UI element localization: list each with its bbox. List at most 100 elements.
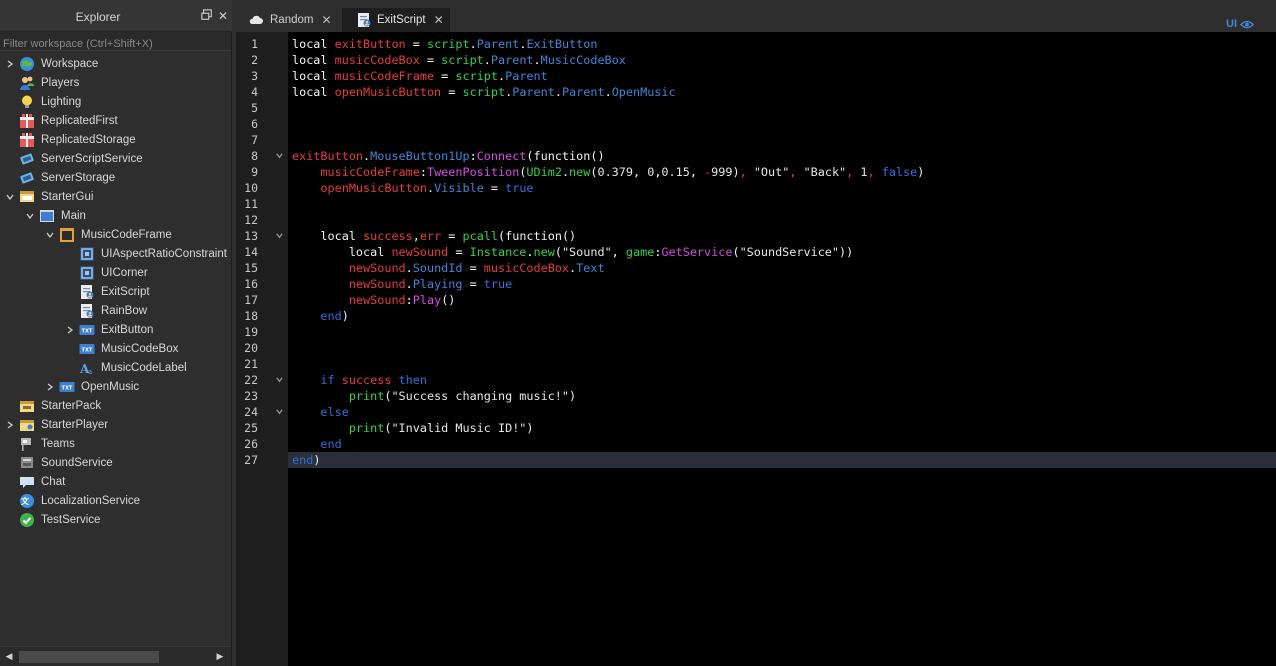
chevron-down-icon[interactable] xyxy=(44,225,56,244)
tree-item-starterpack[interactable]: StarterPack xyxy=(4,396,101,415)
code-token: if xyxy=(320,373,342,387)
line-number: 6 xyxy=(251,117,258,131)
undock-icon[interactable] xyxy=(200,9,214,23)
close-tab-icon[interactable]: ✕ xyxy=(321,13,331,27)
code-token: Instance xyxy=(469,245,527,259)
code-token: Text xyxy=(576,261,605,275)
players-icon xyxy=(19,75,35,91)
frame-icon xyxy=(59,227,75,243)
tree-item-label: ReplicatedStorage xyxy=(41,133,136,146)
close-panel-icon[interactable]: ✕ xyxy=(216,9,230,23)
tree-item-startergui[interactable]: StarterGui xyxy=(4,187,93,206)
script-editor[interactable]: 1 2 3 4 5 6 7 8 9 10 11 12 13 14 15 16 17 18 19 20 21 22 23 24 2… xyxy=(236,32,1276,666)
scroll-left-icon[interactable]: ◀ xyxy=(3,650,15,664)
tree-item-label: Workspace xyxy=(41,57,99,70)
code-token: newSound xyxy=(391,245,449,259)
tree-item-localizationservice[interactable]: 文 LocalizationService xyxy=(4,491,140,510)
chevron-right-icon[interactable] xyxy=(44,377,56,396)
tree-item-players[interactable]: Players xyxy=(4,73,79,92)
code-line: musicCodeFrame:TweenPosition(UDim2.new(0… xyxy=(292,164,924,180)
chevron-down-icon[interactable] xyxy=(4,187,16,206)
code-token: local xyxy=(292,37,335,51)
ui-visibility-toggle[interactable]: UI xyxy=(1226,18,1254,30)
code-token: exitButton xyxy=(292,149,364,163)
tree-item-exitbutton[interactable]: TXT ExitButton xyxy=(64,320,153,339)
tree-item-serverstorage[interactable]: ServerStorage xyxy=(4,168,115,187)
tab-random[interactable]: Random ✕ xyxy=(242,8,342,32)
code-token: new xyxy=(533,245,555,259)
line-number: 18 xyxy=(244,309,258,323)
code-line: print("Success changing music!") xyxy=(292,388,576,404)
ui-component-icon xyxy=(79,246,95,262)
filter-workspace-input[interactable] xyxy=(0,35,231,53)
tree-item-soundservice[interactable]: SoundService xyxy=(4,453,113,472)
tree-item-replicatedstorage[interactable]: ReplicatedStorage xyxy=(4,130,136,149)
localization-icon: 文 xyxy=(19,493,35,509)
replicated-first-icon xyxy=(19,113,35,129)
chevron-right-icon[interactable] xyxy=(64,320,76,339)
tree-item-label: Main xyxy=(61,209,86,222)
code-token: end xyxy=(320,437,342,451)
fold-chevron-icon[interactable] xyxy=(274,404,284,420)
tree-item-uicorner[interactable]: UICorner xyxy=(64,263,148,282)
code-token: Connect xyxy=(476,149,527,163)
code-token: ) xyxy=(526,421,534,435)
tree-item-label: MusicCodeFrame xyxy=(81,228,172,241)
code-token: ) xyxy=(732,165,740,179)
code-token: ( xyxy=(732,245,740,259)
code-token: script xyxy=(441,53,484,67)
code-token: "Sound" xyxy=(561,245,612,259)
tab-exitscript[interactable]: ExitScript ✕ xyxy=(342,8,450,32)
tree-item-main[interactable]: Main xyxy=(24,206,86,225)
tree-item-rainbow[interactable]: RainBow xyxy=(64,301,147,320)
tree-item-musiccodelabel[interactable]: Aa MusicCodeLabel xyxy=(64,358,187,377)
fold-chevron-icon[interactable] xyxy=(274,372,284,388)
line-number: 10 xyxy=(244,181,258,195)
chevron-down-icon[interactable] xyxy=(24,206,36,225)
code-line: newSound.SoundId = musicCodeBox.Text xyxy=(292,260,605,276)
code-token: Playing xyxy=(412,277,463,291)
tree-item-openmusic[interactable]: TXT OpenMusic xyxy=(44,377,139,396)
tree-item-musiccodebox[interactable]: TXT MusicCodeBox xyxy=(64,339,178,358)
tree-item-lighting[interactable]: Lighting xyxy=(4,92,81,111)
code-token: Parent xyxy=(490,53,534,67)
tree-item-starterplayer[interactable]: StarterPlayer xyxy=(4,415,108,434)
code-token: Parent xyxy=(512,85,555,99)
line-number: 26 xyxy=(244,437,258,451)
scroll-right-icon[interactable]: ▶ xyxy=(214,650,226,664)
local-script-icon xyxy=(79,303,95,319)
chevron-right-icon[interactable] xyxy=(4,415,16,434)
tree-item-uiaspectratioconstraint[interactable]: UIAspectRatioConstraint xyxy=(64,244,227,263)
tree-item-label: ServerStorage xyxy=(41,171,116,184)
line-number: 19 xyxy=(244,325,258,339)
chevron-right-icon[interactable] xyxy=(4,54,16,73)
tree-item-exitscript[interactable]: ExitScript xyxy=(64,282,150,301)
tree-item-serverscriptservice[interactable]: ServerScriptService xyxy=(4,149,143,168)
close-tab-icon[interactable]: ✕ xyxy=(434,13,444,27)
fold-chevron-icon[interactable] xyxy=(274,228,284,244)
line-number: 5 xyxy=(251,101,258,115)
code-token: , xyxy=(789,165,804,179)
code-token: musicCodeFrame xyxy=(334,69,435,83)
code-line: local musicCodeBox = script.Parent.Music… xyxy=(292,52,626,68)
explorer-panel: Explorer ✕ Workspace Players Lighting Repli… xyxy=(0,0,232,666)
scrollbar-thumb[interactable] xyxy=(19,651,159,663)
tree-item-workspace[interactable]: Workspace xyxy=(4,54,98,73)
code-token: )) xyxy=(839,245,854,259)
code-token: . xyxy=(483,53,491,67)
tree-item-label: Chat xyxy=(41,475,66,488)
tree-item-musiccodeframe[interactable]: MusicCodeFrame xyxy=(44,225,172,244)
tree-item-label: Teams xyxy=(41,437,75,450)
tree-item-teams[interactable]: Teams xyxy=(4,434,75,453)
tree-item-testservice[interactable]: TestService xyxy=(4,510,100,529)
fold-chevron-icon[interactable] xyxy=(274,148,284,164)
tree-item-replicatedfirst[interactable]: ReplicatedFirst xyxy=(4,111,118,130)
horizontal-scrollbar[interactable]: ◀ ▶ xyxy=(0,646,231,666)
tree-item-chat[interactable]: Chat xyxy=(4,472,65,491)
code-token: . xyxy=(405,261,413,275)
